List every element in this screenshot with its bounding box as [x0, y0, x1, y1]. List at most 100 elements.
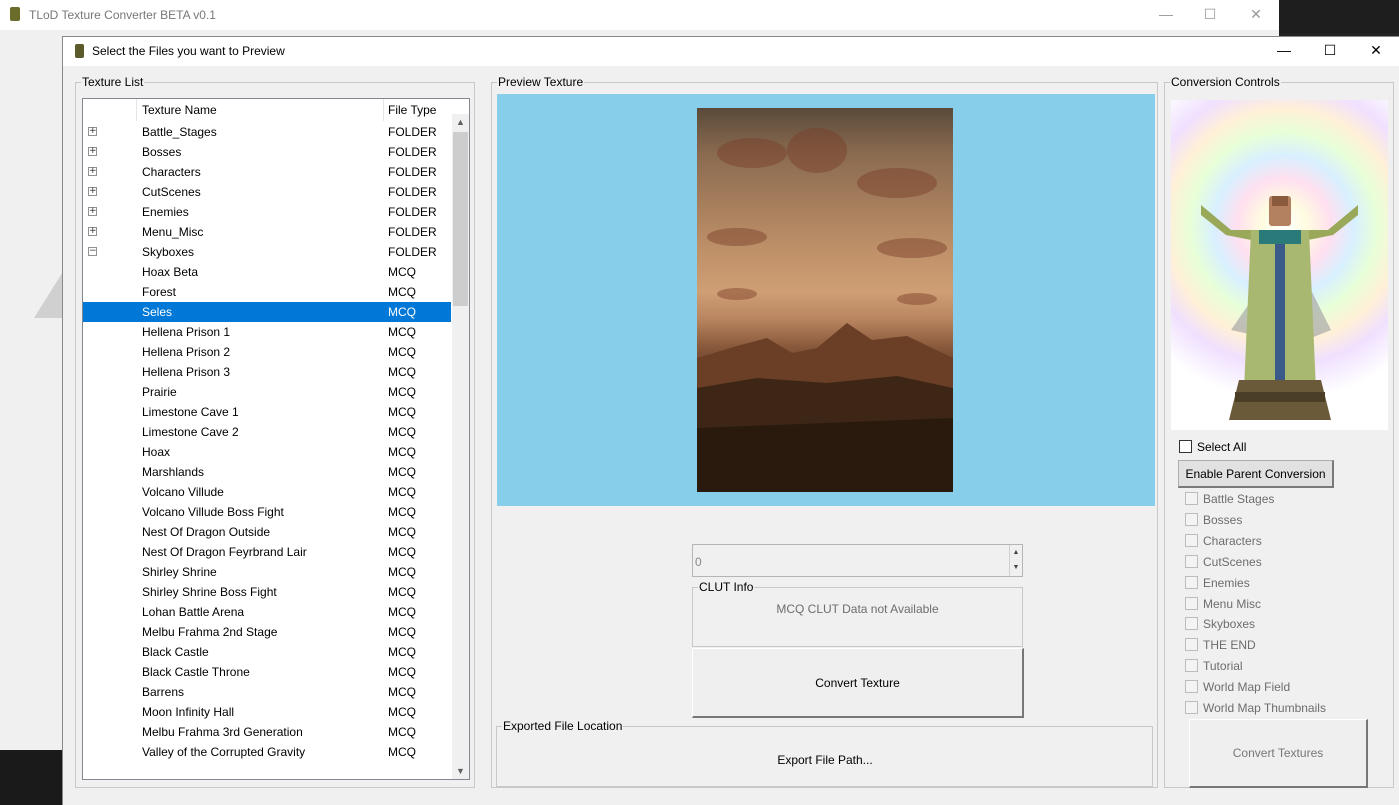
tree-row[interactable]: + Enemies FOLDER: [83, 202, 451, 222]
select-all-label[interactable]: Select All: [1197, 440, 1246, 454]
tree-row[interactable]: Black Castle Throne MCQ: [83, 662, 451, 682]
tree-row[interactable]: Shirley Shrine MCQ: [83, 562, 451, 582]
tree-row[interactable]: Forest MCQ: [83, 282, 451, 302]
category-label[interactable]: Bosses: [1203, 513, 1242, 527]
main-window-titlebar: TLoD Texture Converter BETA v0.1 — ☐ ✕: [0, 0, 1279, 30]
category-label[interactable]: THE END: [1203, 638, 1256, 652]
file-type: MCQ: [388, 345, 416, 359]
category-label[interactable]: Tutorial: [1203, 659, 1243, 673]
scroll-up-icon[interactable]: ▲: [452, 114, 469, 130]
category-checkbox[interactable]: [1185, 533, 1198, 547]
category-checkbox[interactable]: [1185, 617, 1198, 631]
category-checkbox[interactable]: [1185, 554, 1198, 568]
tree-row[interactable]: Black Castle MCQ: [83, 642, 451, 662]
tree-row[interactable]: Prairie MCQ: [83, 382, 451, 402]
tree-row[interactable]: + CutScenes FOLDER: [83, 182, 451, 202]
minimize-button[interactable]: —: [1261, 37, 1307, 66]
clut-index-value[interactable]: 0: [695, 555, 702, 569]
expand-icon[interactable]: +: [88, 187, 97, 196]
convert-texture-button[interactable]: Convert Texture: [692, 648, 1024, 718]
main-minimize-button[interactable]: —: [1143, 0, 1189, 30]
close-button[interactable]: ✕: [1353, 37, 1399, 66]
tree-row[interactable]: Hellena Prison 2 MCQ: [83, 342, 451, 362]
column-file-type[interactable]: File Type: [388, 103, 436, 117]
tree-row[interactable]: Moon Infinity Hall MCQ: [83, 702, 451, 722]
file-type: MCQ: [388, 265, 416, 279]
mascot-image: [1171, 100, 1388, 430]
expand-icon[interactable]: +: [88, 167, 97, 176]
category-checkbox[interactable]: [1185, 701, 1198, 714]
spinner-down-icon[interactable]: ▼: [1010, 560, 1022, 575]
column-separator[interactable]: [136, 99, 137, 121]
category-label[interactable]: Enemies: [1203, 576, 1250, 590]
tree-row[interactable]: + Bosses FOLDER: [83, 142, 451, 162]
category-label[interactable]: World Map Thumbnails: [1203, 701, 1326, 715]
tree-row[interactable]: Nest Of Dragon Feyrbrand Lair MCQ: [83, 542, 451, 562]
background-arrow-shape: [34, 270, 64, 318]
texture-name: Enemies: [142, 205, 189, 219]
tree-row[interactable]: Limestone Cave 2 MCQ: [83, 422, 451, 442]
export-path-button[interactable]: Export File Path...: [498, 735, 1152, 785]
scroll-down-icon[interactable]: ▼: [452, 763, 469, 779]
expand-icon[interactable]: +: [88, 207, 97, 216]
tree-row[interactable]: Hellena Prison 1 MCQ: [83, 322, 451, 342]
tree-row[interactable]: Lohan Battle Arena MCQ: [83, 602, 451, 622]
tree-row[interactable]: + Battle_Stages FOLDER: [83, 122, 451, 142]
expand-icon[interactable]: +: [88, 127, 97, 136]
tree-row[interactable]: + Menu_Misc FOLDER: [83, 222, 451, 242]
tree-row[interactable]: Marshlands MCQ: [83, 462, 451, 482]
main-close-button[interactable]: ✕: [1233, 0, 1279, 30]
tree-row[interactable]: Volcano Villude MCQ: [83, 482, 451, 502]
collapse-icon[interactable]: −: [88, 247, 97, 256]
tree-row[interactable]: Melbu Frahma 3rd Generation MCQ: [83, 722, 451, 742]
tree-row[interactable]: Shirley Shrine Boss Fight MCQ: [83, 582, 451, 602]
convert-textures-button[interactable]: Convert Textures: [1189, 719, 1368, 788]
main-maximize-button[interactable]: ☐: [1187, 0, 1233, 30]
tree-row[interactable]: Hoax Beta MCQ: [83, 262, 451, 282]
tree-row[interactable]: − Skyboxes FOLDER: [83, 242, 451, 262]
file-type: FOLDER: [388, 145, 437, 159]
clut-index-spinner[interactable]: 0 ▲ ▼: [692, 544, 1023, 577]
expand-icon[interactable]: +: [88, 227, 97, 236]
texture-name: Lohan Battle Arena: [142, 605, 245, 619]
category-checkbox[interactable]: [1185, 575, 1198, 589]
tree-row[interactable]: Valley of the Corrupted Gravity MCQ: [83, 742, 451, 762]
category-checkbox[interactable]: [1185, 680, 1198, 694]
tree-row[interactable]: Melbu Frahma 2nd Stage MCQ: [83, 622, 451, 642]
category-label[interactable]: CutScenes: [1203, 555, 1262, 569]
tree-scrollbar[interactable]: ▲ ▼: [452, 114, 469, 779]
category-label[interactable]: Characters: [1203, 534, 1262, 548]
category-label[interactable]: Skyboxes: [1203, 617, 1255, 631]
category-label[interactable]: Battle Stages: [1203, 492, 1274, 506]
expand-icon[interactable]: +: [88, 147, 97, 156]
category-label[interactable]: Menu Misc: [1203, 597, 1261, 611]
texture-tree[interactable]: Texture Name File Type + Battle_Stages FOL…: [82, 98, 470, 780]
select-all-box[interactable]: [1179, 440, 1192, 453]
tree-row[interactable]: Seles MCQ: [83, 302, 451, 322]
spinner-up-icon[interactable]: ▲: [1010, 545, 1022, 560]
category-checkbox[interactable]: [1185, 638, 1198, 652]
tree-row[interactable]: Hellena Prison 3 MCQ: [83, 362, 451, 382]
maximize-button[interactable]: ☐: [1307, 37, 1353, 66]
category-checkbox[interactable]: [1185, 659, 1198, 673]
column-separator[interactable]: [383, 99, 384, 121]
texture-name: Valley of the Corrupted Gravity: [142, 745, 306, 759]
category-checkbox[interactable]: [1185, 512, 1198, 526]
tree-row[interactable]: Volcano Villude Boss Fight MCQ: [83, 502, 451, 522]
texture-name: Characters: [142, 165, 201, 179]
texture-name: Shirley Shrine: [142, 565, 217, 579]
tree-row[interactable]: Nest Of Dragon Outside MCQ: [83, 522, 451, 542]
category-checkbox[interactable]: [1185, 492, 1198, 505]
category-label[interactable]: World Map Field: [1203, 680, 1290, 694]
tree-row[interactable]: Barrens MCQ: [83, 682, 451, 702]
file-type: FOLDER: [388, 205, 437, 219]
tree-row[interactable]: + Characters FOLDER: [83, 162, 451, 182]
scroll-thumb[interactable]: [453, 132, 468, 306]
tree-row[interactable]: Hoax MCQ: [83, 442, 451, 462]
category-checkbox[interactable]: [1185, 596, 1198, 610]
tree-row[interactable]: Limestone Cave 1 MCQ: [83, 402, 451, 422]
column-texture-name[interactable]: Texture Name: [142, 103, 217, 117]
enable-parent-conversion-button[interactable]: Enable Parent Conversion: [1178, 460, 1334, 488]
file-type: MCQ: [388, 745, 416, 759]
texture-name: CutScenes: [142, 185, 201, 199]
